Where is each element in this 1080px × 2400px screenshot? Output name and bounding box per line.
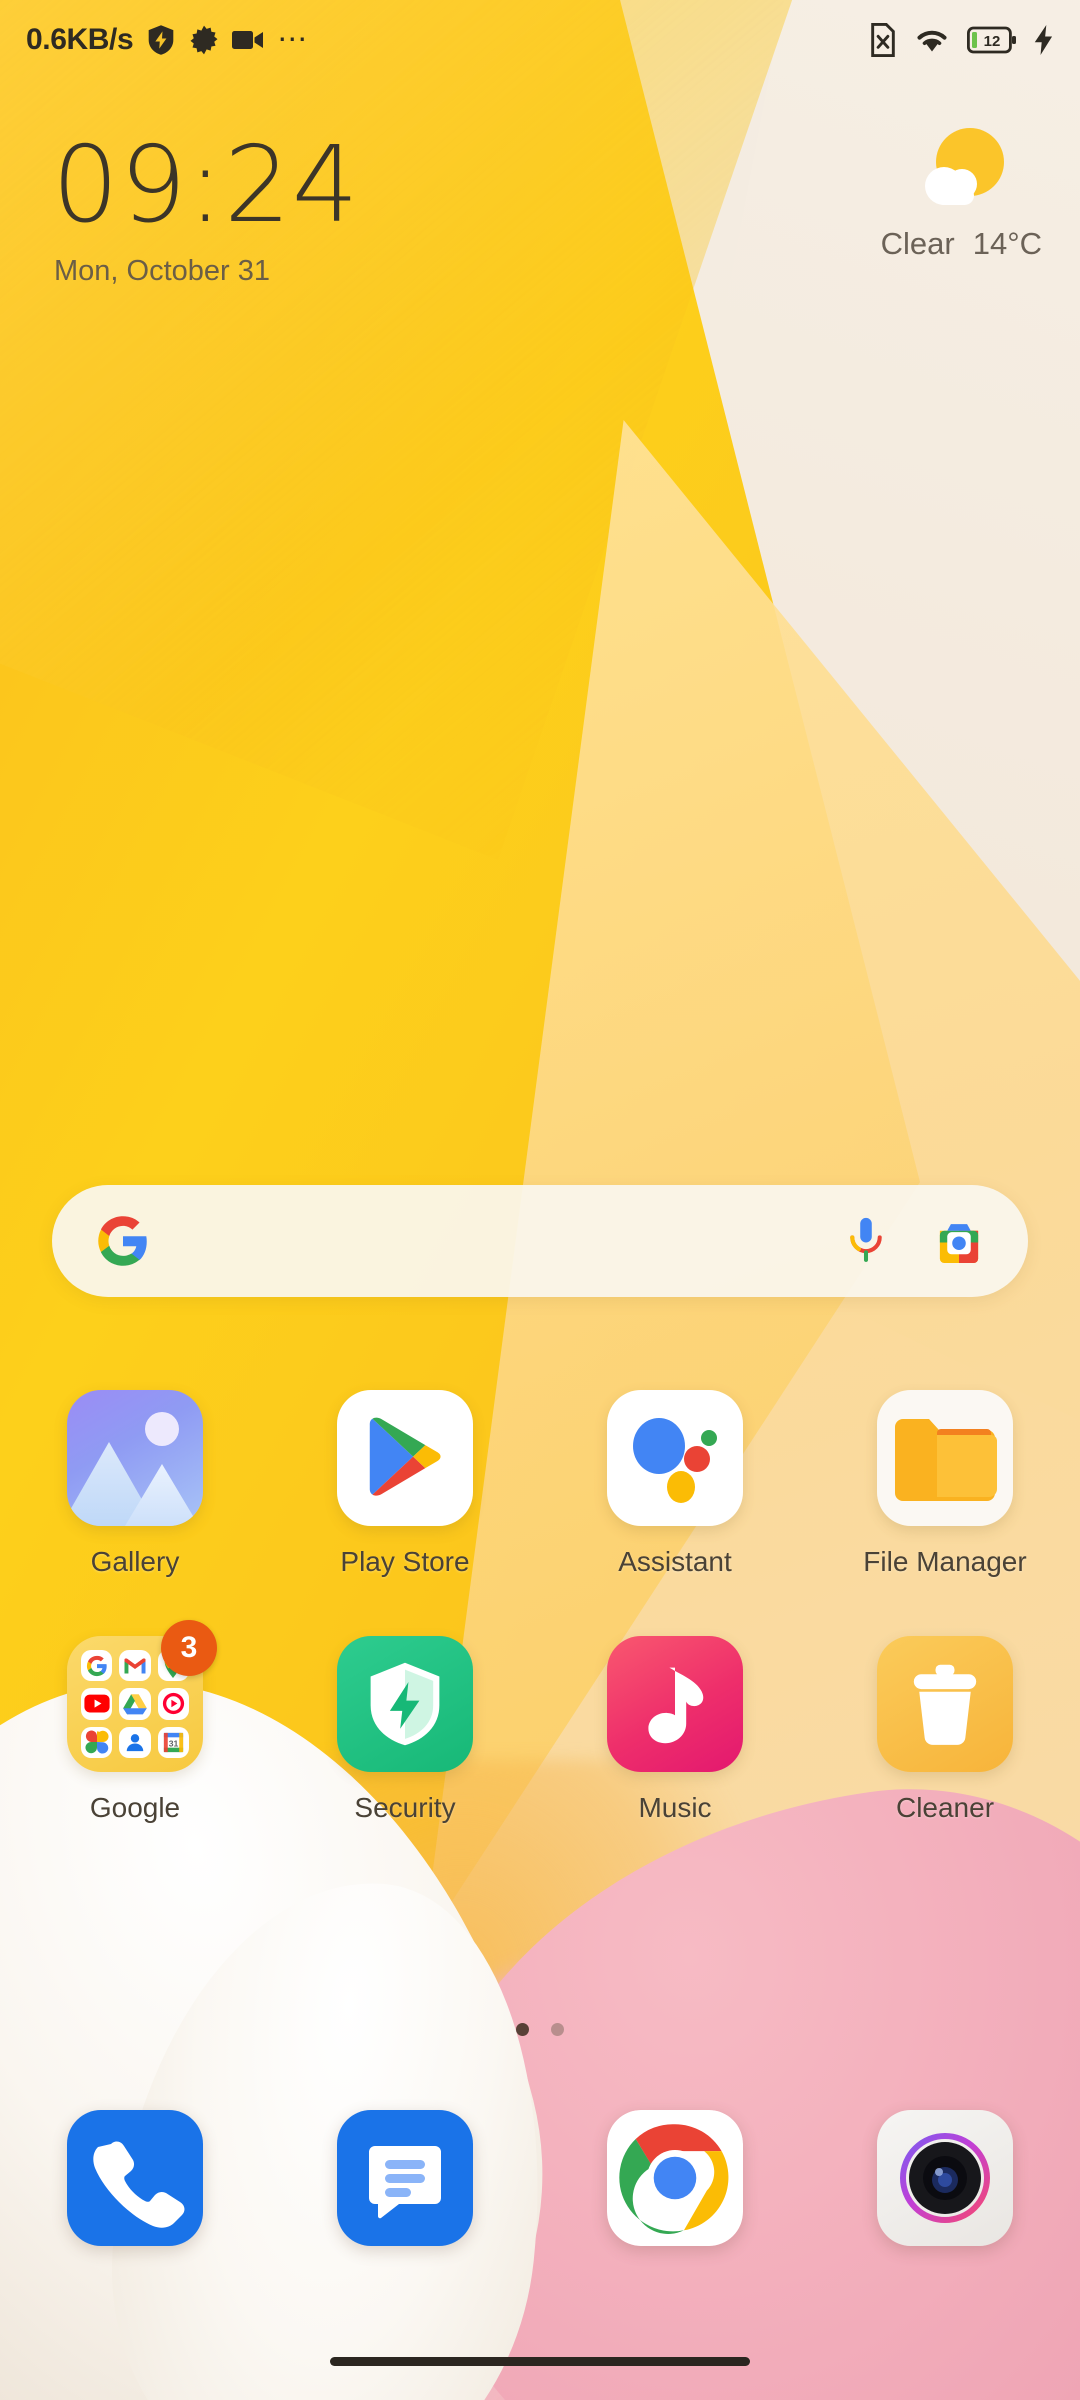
app-item-google-folder[interactable]: 3 31 Google <box>0 1620 270 1824</box>
app-label: Assistant <box>618 1546 732 1577</box>
app-label: Music <box>638 1792 712 1823</box>
music-note-icon[interactable] <box>607 1636 743 1772</box>
google-drive-icon <box>119 1688 151 1720</box>
dock-item-phone[interactable] <box>0 2110 270 2246</box>
app-label: File Manager <box>863 1546 1027 1577</box>
app-item-play-store[interactable]: Play Store <box>270 1390 540 1578</box>
weather-text-group: Clear 14°C <box>881 226 1042 262</box>
microphone-icon[interactable] <box>844 1215 888 1267</box>
page-indicator[interactable] <box>0 2023 1080 2036</box>
clock-time[interactable]: 09:24 <box>52 130 360 240</box>
google-assistant-icon[interactable] <box>607 1390 743 1526</box>
app-label: Play Store <box>340 1546 470 1577</box>
google-search-bar[interactable] <box>52 1185 1028 1297</box>
app-item-music[interactable]: Music <box>540 1636 810 1824</box>
phone-handset-icon[interactable] <box>67 2110 203 2246</box>
navigation-bar[interactable] <box>0 2322 1080 2400</box>
google-folder-icon[interactable]: 3 31 <box>67 1620 217 1772</box>
clock-date[interactable]: Mon, October 31 <box>54 255 270 288</box>
app-label: Cleaner <box>895 1792 995 1823</box>
app-grid: Gallery Play Store Assistant File Manage… <box>0 1390 1080 1882</box>
battery-icon: 12 <box>967 26 1017 54</box>
weather-condition: Clear <box>880 226 955 261</box>
notification-badge: 3 <box>161 1620 217 1676</box>
network-speed-text: 0.6KB/s <box>26 23 134 56</box>
no-sim-card-icon <box>869 23 897 57</box>
page-dot-inactive[interactable] <box>551 2023 564 2036</box>
dock-item-chrome[interactable] <box>540 2110 810 2246</box>
dock-item-messages[interactable] <box>270 2110 540 2246</box>
app-row-2: 3 31 Google Security Music Cleaner <box>0 1620 1080 1824</box>
google-contacts-icon <box>119 1726 151 1758</box>
weather-temperature: 14°C <box>972 226 1042 261</box>
page-dot-active[interactable] <box>516 2023 529 2036</box>
wifi-icon <box>914 25 950 55</box>
chrome-icon[interactable] <box>607 2110 743 2246</box>
svg-text:12: 12 <box>984 33 1001 50</box>
play-store-icon[interactable] <box>337 1390 473 1526</box>
gallery-icon[interactable] <box>67 1390 203 1526</box>
camera-lens-icon[interactable] <box>877 2110 1013 2246</box>
google-calendar-icon: 31 <box>157 1726 189 1758</box>
status-bar[interactable]: 0.6KB/s ⋯ 12 <box>0 0 1080 80</box>
search-action-group <box>844 1215 984 1267</box>
youtube-music-icon <box>157 1688 189 1720</box>
sun-behind-cloud-icon <box>908 120 1014 216</box>
search-input[interactable] <box>150 1185 844 1297</box>
security-shield-icon <box>146 24 176 56</box>
app-item-cleaner[interactable]: Cleaner <box>810 1636 1080 1824</box>
dock <box>0 2110 1080 2246</box>
app-item-file-manager[interactable]: File Manager <box>810 1390 1080 1578</box>
weather-widget[interactable]: Clear 14°C <box>881 120 1042 262</box>
app-label: Google <box>89 1792 181 1823</box>
google-search-icon <box>81 1650 113 1682</box>
app-item-gallery[interactable]: Gallery <box>0 1390 270 1578</box>
status-bar-left-group: 0.6KB/s ⋯ <box>26 23 309 57</box>
more-notifications-icon: ⋯ <box>277 23 310 56</box>
messages-bubble-icon[interactable] <box>337 2110 473 2246</box>
cleaner-trash-icon[interactable] <box>877 1636 1013 1772</box>
youtube-icon <box>81 1688 113 1720</box>
app-row-1: Gallery Play Store Assistant File Manage… <box>0 1390 1080 1578</box>
charging-bolt-icon <box>1034 25 1054 55</box>
google-lens-camera-icon[interactable] <box>934 1217 984 1265</box>
gmail-icon <box>119 1650 151 1682</box>
app-label: Security <box>354 1792 456 1823</box>
app-item-assistant[interactable]: Assistant <box>540 1390 810 1578</box>
app-item-security[interactable]: Security <box>270 1636 540 1824</box>
calendar-day-number: 31 <box>169 1738 179 1748</box>
google-g-icon <box>96 1214 150 1268</box>
dock-item-camera[interactable] <box>810 2110 1080 2246</box>
settings-gear-icon <box>189 25 219 55</box>
app-label: Gallery <box>90 1546 180 1577</box>
home-gesture-pill[interactable] <box>330 2356 750 2366</box>
status-bar-right-group: 12 <box>869 23 1054 57</box>
google-photos-icon <box>81 1726 113 1758</box>
file-manager-folder-icon[interactable] <box>877 1390 1013 1526</box>
screen-recorder-icon <box>232 28 264 52</box>
security-shield-icon[interactable] <box>337 1636 473 1772</box>
